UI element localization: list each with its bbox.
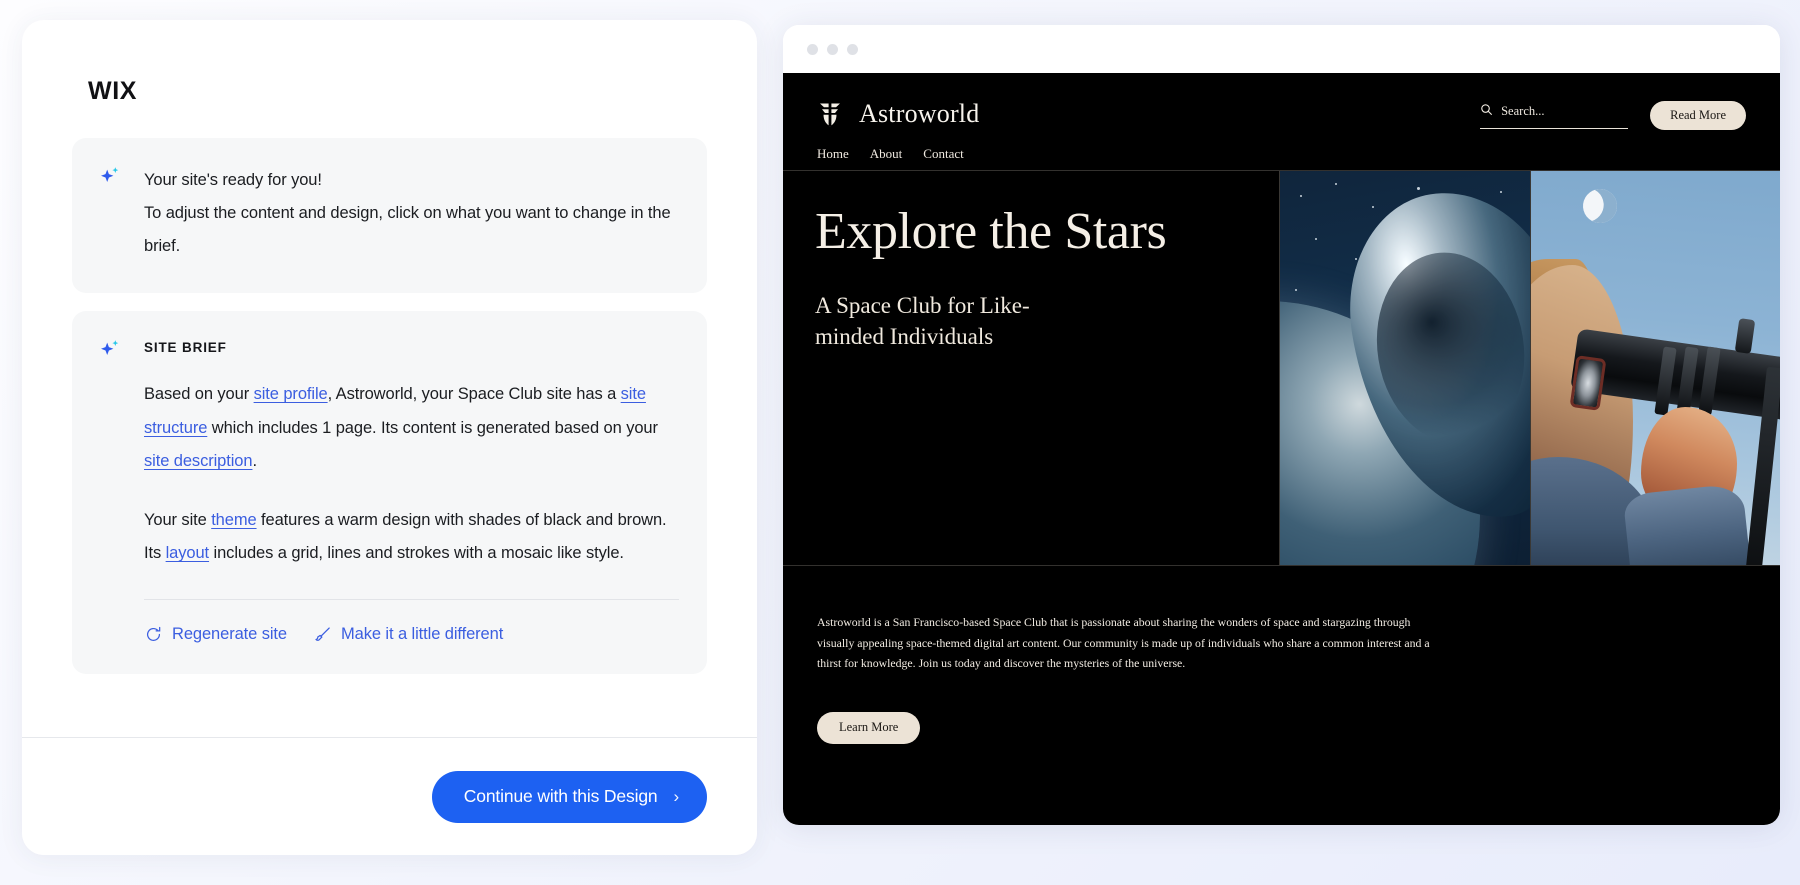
site-preview-browser: Astroworld Home About Contact Search... xyxy=(783,25,1780,825)
nav-item-contact[interactable]: Contact xyxy=(923,146,963,162)
learn-more-button[interactable]: Learn More xyxy=(817,711,921,744)
site-ready-line-2: To adjust the content and design, click … xyxy=(144,204,671,255)
chevron-right-icon: › xyxy=(673,786,679,806)
editor-panel-footer: Continue with this Design › xyxy=(22,737,757,855)
read-more-button[interactable]: Read More xyxy=(1650,101,1746,130)
site-profile-link[interactable]: site profile xyxy=(254,385,328,403)
asteroid-above-planet-image xyxy=(1280,171,1531,565)
continue-button-label: Continue with this Design xyxy=(463,786,658,806)
nav-item-about[interactable]: About xyxy=(870,146,903,162)
refresh-icon xyxy=(144,625,163,644)
layout-link[interactable]: layout xyxy=(166,544,210,562)
person-with-telescope-image xyxy=(1530,171,1780,565)
denim-sleeve-graphic xyxy=(1622,482,1751,565)
site-brief-paragraph-1: Based on your site profile, Astroworld, … xyxy=(144,378,679,479)
site-description-link[interactable]: site description xyxy=(144,452,253,470)
hero-title: Explore the Stars xyxy=(815,203,1167,260)
brief-text: includes a grid, lines and strokes with … xyxy=(209,544,624,562)
regenerate-site-button[interactable]: Regenerate site xyxy=(144,625,287,644)
window-minimize-dot-icon[interactable] xyxy=(827,43,838,55)
site-header: Astroworld Home About Contact Search... xyxy=(783,73,1780,170)
regenerate-site-label: Regenerate site xyxy=(172,624,287,643)
previewed-website: Astroworld Home About Contact Search... xyxy=(783,73,1780,825)
make-it-different-label: Make it a little different xyxy=(341,624,504,643)
telescope-finder-graphic xyxy=(1734,318,1755,354)
about-paragraph: Astroworld is a San Francisco-based Spac… xyxy=(817,615,1430,670)
editor-panel-scroll[interactable]: Your site's ready for you! To adjust the… xyxy=(22,138,757,737)
browser-title-bar xyxy=(783,25,1780,73)
continue-with-design-button[interactable]: Continue with this Design › xyxy=(431,770,707,823)
wix-logo: WIX xyxy=(88,77,138,105)
site-header-right: Search... Read More xyxy=(1480,101,1746,130)
site-ready-line-1: Your site's ready for you! xyxy=(144,171,322,189)
sparkle-icon xyxy=(98,337,122,361)
site-brief-card: SITE BRIEF Based on your site profile, A… xyxy=(72,311,707,674)
brush-icon xyxy=(313,625,332,644)
brief-text: Based on your xyxy=(144,385,254,403)
card-divider xyxy=(144,598,679,600)
sky-scene-graphic xyxy=(1530,171,1780,565)
brief-text: Your site xyxy=(144,510,212,529)
site-search-input[interactable]: Search... xyxy=(1480,103,1629,129)
stacked-bars-logo-icon xyxy=(817,101,843,128)
site-brief-actions: Regenerate site Make it a little differe… xyxy=(144,625,679,644)
site-about-section: Astroworld is a San Francisco-based Spac… xyxy=(783,566,1780,744)
theme-link[interactable]: theme xyxy=(211,511,256,529)
crescent-moon-graphic xyxy=(1578,184,1621,228)
wix-editor-panel: WIX Your site's ready for you! To adjust… xyxy=(22,20,757,855)
site-brief-paragraph-2: Your site theme features a warm design w… xyxy=(144,504,679,571)
site-nav: Home About Contact xyxy=(817,146,1746,162)
space-scene-graphic xyxy=(1280,171,1530,565)
site-brand-name: Astroworld xyxy=(859,99,980,128)
site-hero: Explore the Stars A Space Club for Like-… xyxy=(783,170,1780,566)
window-close-dot-icon[interactable] xyxy=(807,43,818,55)
search-icon xyxy=(1480,103,1493,121)
brief-text: which includes 1 page. Its content is ge… xyxy=(207,418,658,437)
hero-subtitle: A Space Club for Like-minded Individuals xyxy=(815,293,1030,349)
window-maximize-dot-icon[interactable] xyxy=(847,43,858,55)
sparkle-icon xyxy=(98,164,122,188)
site-brief-title: SITE BRIEF xyxy=(144,340,227,355)
nav-item-home[interactable]: Home xyxy=(817,146,849,162)
hero-text-block: Explore the Stars A Space Club for Like-… xyxy=(783,171,1280,565)
brief-text: , Astroworld, your Space Club site has a xyxy=(327,385,621,403)
make-it-different-button[interactable]: Make it a little different xyxy=(313,625,503,644)
site-search-placeholder: Search... xyxy=(1501,104,1545,118)
brief-text: . xyxy=(252,452,257,470)
site-ready-card: Your site's ready for you! To adjust the… xyxy=(72,138,707,293)
